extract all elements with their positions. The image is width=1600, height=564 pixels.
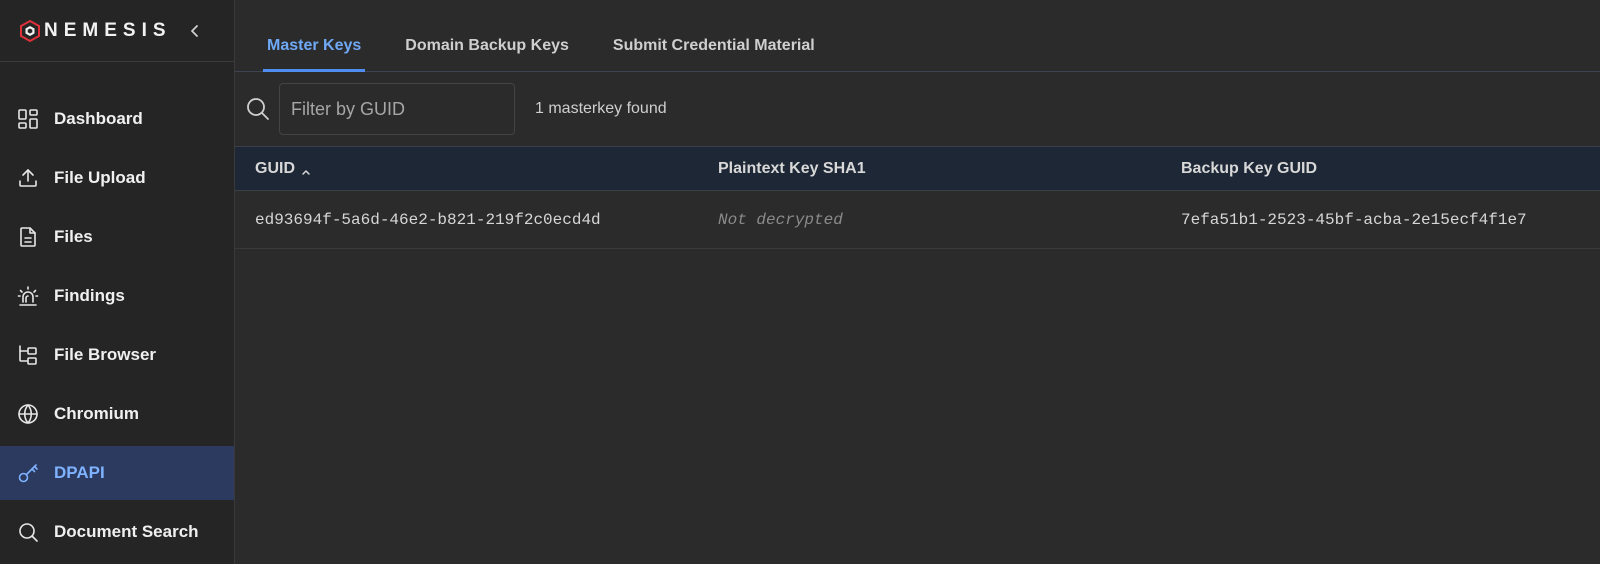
sidebar-item-label: Files: [54, 227, 93, 246]
main-content: Master Keys Domain Backup Keys Submit Cr…: [235, 0, 1600, 564]
siren-icon: [16, 284, 40, 308]
sidebar-item-file-upload[interactable]: File Upload: [0, 151, 234, 205]
file-icon: [16, 225, 40, 249]
search-icon: [16, 520, 40, 544]
tab-submit-credential-material[interactable]: Submit Credential Material: [609, 37, 819, 72]
sidebar-item-label: Dashboard: [54, 109, 143, 128]
brand-header: NEMESIS: [0, 0, 234, 62]
sidebar-item-label: DPAPI: [54, 463, 105, 482]
sidebar-item-dpapi[interactable]: DPAPI: [0, 446, 234, 500]
guid-filter-input[interactable]: [279, 83, 515, 135]
tab-bar: Master Keys Domain Backup Keys Submit Cr…: [235, 0, 1600, 72]
folder-tree-icon: [16, 343, 40, 367]
collapse-sidebar-icon[interactable]: [188, 24, 202, 38]
cell-guid: ed93694f-5a6d-46e2-b821-219f2c0ecd4d: [255, 210, 601, 229]
result-count: 1 masterkey found: [535, 100, 667, 117]
sidebar-item-file-browser[interactable]: File Browser: [0, 328, 234, 382]
table-row[interactable]: ed93694f-5a6d-46e2-b821-219f2c0ecd4d Not…: [235, 191, 1600, 249]
sidebar-item-label: Findings: [54, 286, 125, 305]
masterkeys-table: GUID Plaintext Key SHA1 Backup Key GUID …: [235, 146, 1600, 249]
table-header: GUID Plaintext Key SHA1 Backup Key GUID: [235, 146, 1600, 191]
column-header-label: Plaintext Key SHA1: [718, 159, 866, 177]
column-header-label: GUID: [255, 159, 295, 177]
filter-bar: 1 masterkey found: [235, 72, 1600, 146]
sidebar-nav: Dashboard File Upload Files Findings Fil…: [0, 62, 234, 564]
cell-backup-key-guid: 7efa51b1-2523-45bf-acba-2e15ecf4f1e7: [1181, 210, 1527, 229]
sidebar-item-findings[interactable]: Findings: [0, 269, 234, 323]
app-root: NEMESIS Dashboard File Upload Files Find…: [0, 0, 1600, 564]
sidebar-item-label: Chromium: [54, 404, 139, 423]
column-header-guid[interactable]: GUID: [235, 160, 698, 178]
globe-icon: [16, 402, 40, 426]
sort-ascending-icon: [301, 164, 311, 175]
nemesis-logo-icon: [20, 19, 40, 42]
column-header-label: Backup Key GUID: [1181, 159, 1318, 177]
brand-name: NEMESIS: [44, 19, 172, 41]
sidebar-item-dashboard[interactable]: Dashboard: [0, 92, 234, 146]
sidebar-item-chromium[interactable]: Chromium: [0, 387, 234, 441]
sidebar-item-label: File Browser: [54, 345, 157, 364]
dashboard-icon: [16, 107, 40, 131]
sidebar-item-document-search[interactable]: Document Search: [0, 505, 234, 559]
search-icon: [245, 96, 271, 122]
column-header-backup-key-guid[interactable]: Backup Key GUID: [1161, 160, 1600, 178]
sidebar: NEMESIS Dashboard File Upload Files Find…: [0, 0, 235, 564]
sidebar-item-label: Document Search: [54, 522, 199, 541]
tab-domain-backup-keys[interactable]: Domain Backup Keys: [401, 37, 573, 72]
sidebar-item-files[interactable]: Files: [0, 210, 234, 264]
tab-master-keys[interactable]: Master Keys: [263, 37, 366, 72]
key-icon: [16, 461, 40, 485]
column-header-plaintext-key-sha1[interactable]: Plaintext Key SHA1: [698, 160, 1161, 178]
sidebar-item-label: File Upload: [54, 168, 146, 187]
cell-plaintext-key-sha1: Not decrypted: [718, 210, 843, 229]
upload-icon: [16, 166, 40, 190]
